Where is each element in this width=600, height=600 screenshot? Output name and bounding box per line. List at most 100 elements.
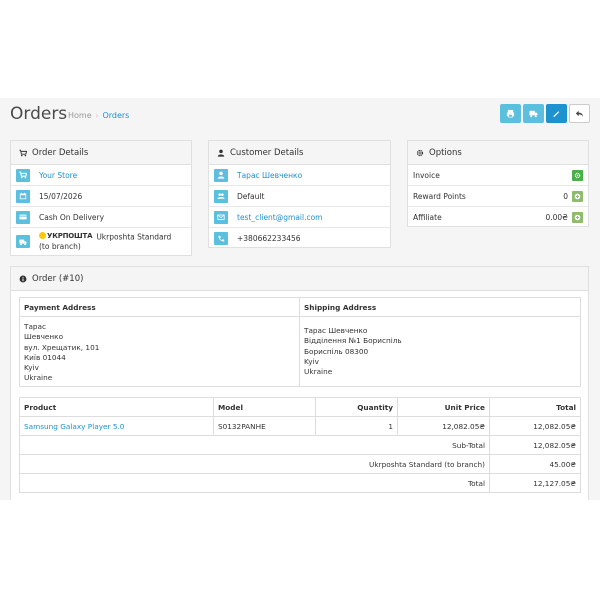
add-reward-points-button[interactable] [572,190,583,202]
plus-circle-icon [574,214,581,221]
product-quantity: 1 [315,416,398,436]
column-unit-price: Unit Price [397,397,490,417]
customer-details-title: Customer Details [230,147,304,158]
print-icon [506,109,515,118]
payment-method-row: Cash On Delivery [11,207,191,228]
shipping-total-label: Ukrposhta Standard (to branch) [19,454,490,474]
payment-address-header: Payment Address [19,297,300,317]
payment-address: Тарас Шевченко вул. Хрещатик, 101 Київ 0… [19,316,300,387]
cog-icon [416,149,424,156]
option-affiliate-value: 0.00₴ [545,213,568,222]
date-icon-box [16,189,30,203]
customer-phone-row: +380662233456 [209,228,390,249]
payment-icon-box [16,210,30,224]
customer-details-panel: Customer Details Тарас Шевченко Default … [208,140,391,248]
user-icon [217,149,225,157]
edit-button[interactable] [546,104,567,123]
shipping-total-row: Ukrposhta Standard (to branch) 45.00₴ [19,454,581,474]
breadcrumb: Home › Orders [68,111,129,120]
breadcrumb-orders[interactable]: Orders [102,111,129,120]
product-unit-price: 12,082.05₴ [397,416,490,436]
cog-icon [574,172,581,178]
generate-invoice-button[interactable] [572,169,583,181]
ukrposhta-logo: УКРПОШТА [39,231,93,241]
subtotal-value: 12,082.05₴ [489,435,581,455]
order-details-title: Order Details [32,147,89,158]
customer-name-link[interactable]: Тарас Шевченко [237,171,302,180]
customer-email-row: test_client@gmail.com [209,207,390,228]
phone-icon [218,235,225,241]
truck-icon [19,239,27,245]
option-affiliate-label: Affiliate [413,213,442,222]
store-row: Your Store [11,165,191,186]
products-header-row: Product Model Quantity Unit Price Total [19,397,581,417]
date-row: 15/07/2026 [11,186,191,207]
customer-name-row: Тарас Шевченко [209,165,390,186]
grand-total-label: Total [19,473,490,493]
plus-circle-icon [574,193,581,199]
info-circle-icon [19,275,27,282]
page-title: Orders [10,104,68,124]
group-icon-box [214,189,228,203]
options-heading: Options [408,141,588,165]
customer-phone: +380662233456 [237,234,301,243]
store-link[interactable]: Your Store [39,171,77,180]
customer-email-link[interactable]: test_client@gmail.com [237,213,323,222]
product-total: 12,082.05₴ [489,416,581,436]
app-window: Orders Home › Orders Order Details Your … [0,98,600,500]
payment-method: Cash On Delivery [39,212,105,222]
order-title: Order (#10) [32,273,84,284]
credit-card-icon [19,214,27,220]
option-reward-points-row: Reward Points 0 [408,186,588,207]
page-header: Orders Home › Orders [0,98,600,134]
option-affiliate-row: Affiliate 0.00₴ [408,207,588,228]
truck-icon [529,110,538,118]
order-details-heading: Order Details [11,141,191,165]
envelope-icon [217,214,225,220]
address-table: Payment Address Shipping Address Тарас Ш… [19,297,581,387]
email-icon-box [214,210,228,224]
ukrposhta-logo-icon [39,232,46,240]
order-heading: Order (#10) [11,267,588,291]
column-total: Total [489,397,581,417]
users-icon [217,193,225,199]
customer-group: Default [237,191,265,201]
add-commission-button[interactable] [572,212,583,223]
option-reward-points-label: Reward Points [413,191,466,201]
customer-details-heading: Customer Details [209,141,390,165]
breadcrumb-separator-icon: › [95,111,99,120]
order-date: 15/07/2026 [39,191,83,201]
product-model: S0132PANHE [213,416,316,436]
order-details-panel: Order Details Your Store 15/07/2026 Cash… [10,140,192,256]
shipping-method-row: УКРПОШТА Ukrposhta Standard (to branch) [11,228,191,255]
back-button[interactable] [569,104,590,123]
option-reward-points-value: 0 [563,191,568,201]
option-invoice-label: Invoice [413,170,440,180]
reply-icon [575,110,584,117]
grand-total-value: 12,127.05₴ [489,473,581,493]
shopping-cart-icon [19,149,27,156]
phone-icon-box [214,232,228,245]
order-panel: Order (#10) Payment Address Shipping Add… [10,266,589,500]
product-link[interactable]: Samsung Galaxy Player 5.0 [19,416,214,436]
option-invoice-row: Invoice [408,165,588,186]
user-icon [217,171,225,179]
customer-group-row: Default [209,186,390,207]
toolbar [500,104,590,123]
options-title: Options [429,147,462,158]
shipping-address: Тарас Шевченко Відділення №1 Бориспіль Б… [299,316,581,387]
table-row: Samsung Galaxy Player 5.0 S0132PANHE 1 1… [19,416,581,436]
calendar-icon [19,192,27,200]
print-shipping-button[interactable] [523,104,544,123]
options-panel: Options Invoice Reward Points 0 Affiliat… [407,140,589,227]
shipping-total-value: 45.00₴ [489,454,581,474]
grand-total-row: Total 12,127.05₴ [19,473,581,493]
column-model: Model [213,397,316,417]
column-product: Product [19,397,214,417]
breadcrumb-home[interactable]: Home [68,111,92,120]
store-icon-box [16,168,30,182]
products-table: Product Model Quantity Unit Price Total … [19,397,581,493]
customer-icon-box [214,168,228,182]
print-invoice-button[interactable] [500,104,521,123]
subtotal-label: Sub-Total [19,435,490,455]
